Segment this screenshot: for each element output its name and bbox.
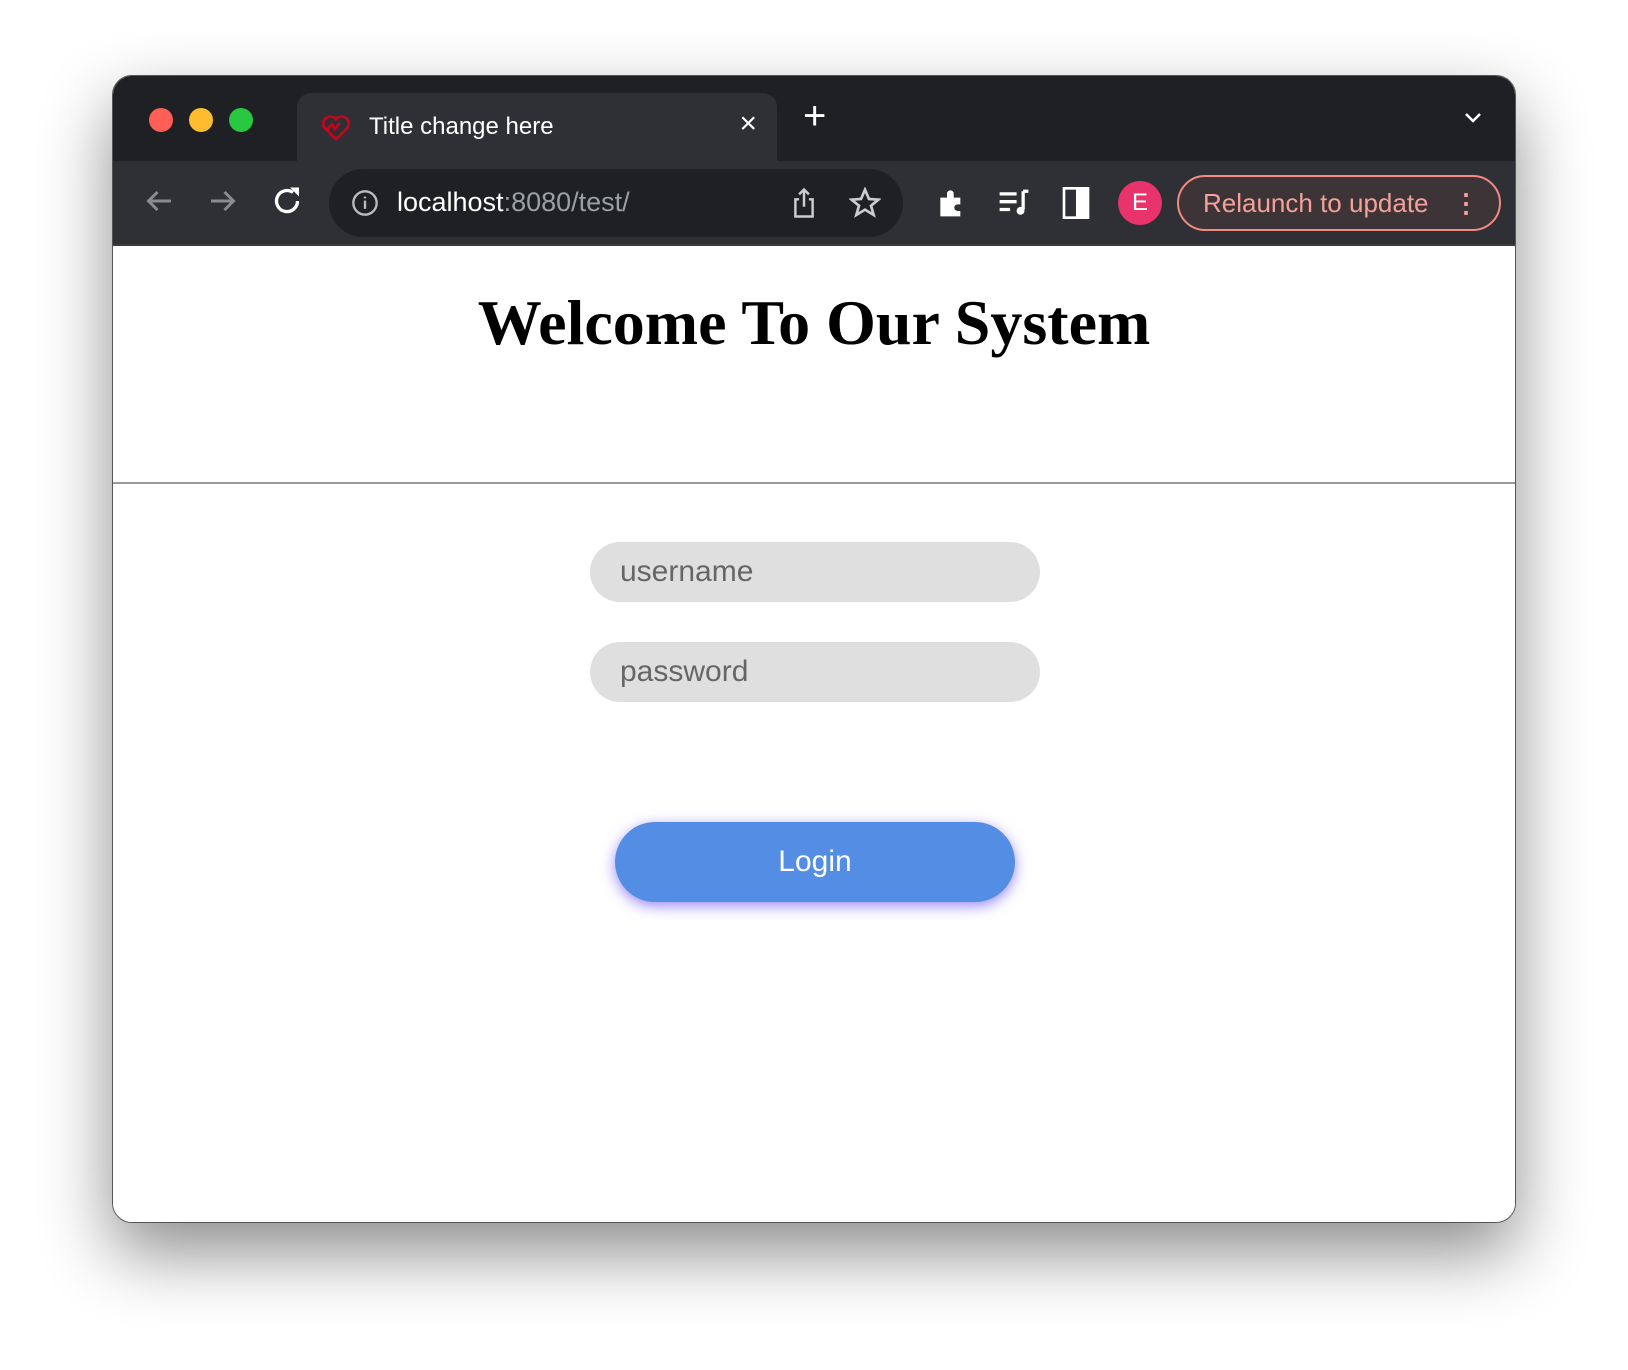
tab-close-icon[interactable]: × bbox=[739, 107, 757, 141]
heart-pulse-icon bbox=[322, 115, 350, 142]
relaunch-label: Relaunch to update bbox=[1203, 188, 1429, 218]
tab-bar: Title change here × + bbox=[113, 76, 1515, 161]
toolbar: localhost:8080/test/ E Relaunch to updat… bbox=[113, 161, 1515, 246]
new-tab-button[interactable]: + bbox=[803, 94, 826, 139]
relaunch-button[interactable]: Relaunch to update ⋮ bbox=[1177, 175, 1501, 231]
extensions-puzzle-icon[interactable] bbox=[935, 187, 967, 219]
divider bbox=[113, 482, 1515, 484]
address-bar[interactable]: localhost:8080/test/ bbox=[329, 169, 903, 237]
media-queue-icon[interactable] bbox=[997, 187, 1031, 219]
close-window-button[interactable] bbox=[149, 108, 173, 132]
browser-window: Title change here × + localhost:8080/tes… bbox=[112, 75, 1516, 1223]
zoom-window-button[interactable] bbox=[229, 108, 253, 132]
info-icon[interactable] bbox=[351, 189, 379, 217]
chevron-down-icon[interactable] bbox=[1461, 106, 1485, 130]
page-content: Welcome To Our System Login bbox=[113, 246, 1515, 1222]
menu-dots-icon[interactable]: ⋮ bbox=[1453, 177, 1479, 229]
tab-active[interactable]: Title change here × bbox=[297, 93, 777, 161]
side-panel-icon[interactable] bbox=[1061, 187, 1091, 219]
username-input[interactable] bbox=[590, 542, 1040, 602]
url-path: :8080/test/ bbox=[503, 187, 630, 217]
minimize-window-button[interactable] bbox=[189, 108, 213, 132]
tab-title: Title change here bbox=[369, 113, 554, 140]
back-arrow-icon[interactable] bbox=[141, 183, 177, 219]
page-title: Welcome To Our System bbox=[477, 287, 1151, 358]
login-button[interactable]: Login bbox=[615, 822, 1015, 902]
url-text[interactable]: localhost:8080/test/ bbox=[397, 187, 630, 218]
bookmark-star-icon[interactable] bbox=[849, 187, 881, 219]
share-icon[interactable] bbox=[789, 187, 819, 219]
profile-avatar[interactable]: E bbox=[1118, 181, 1162, 225]
reload-icon[interactable] bbox=[269, 183, 305, 219]
forward-arrow-icon[interactable] bbox=[205, 183, 241, 219]
url-host: localhost bbox=[397, 187, 504, 217]
password-input[interactable] bbox=[590, 642, 1040, 702]
